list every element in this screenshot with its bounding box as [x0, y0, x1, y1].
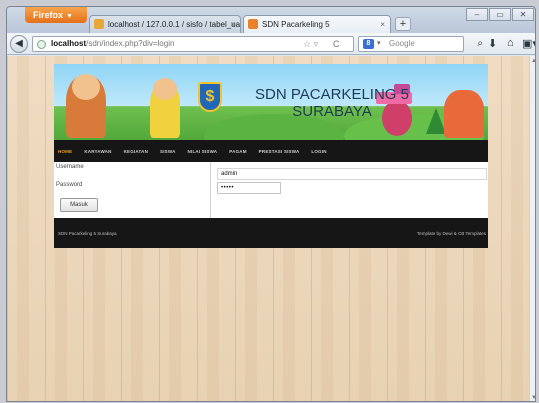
bookmark-star-icon[interactable]: ☆ ▿ [303, 37, 318, 51]
school-emblem-icon: $ [198, 82, 222, 112]
site-identity-icon[interactable] [37, 40, 46, 49]
page-scrollbar[interactable]: ▲ ▼ [529, 56, 535, 401]
login-form: Username Password Masuk admin ••••• [54, 162, 488, 218]
site-title-line1: SDN PACARKELING 5 [255, 86, 409, 103]
site-container: $ SDN PACARKELING 5 SURABAYA HOME KARYAW… [54, 64, 488, 248]
new-tab-button[interactable]: + [395, 17, 411, 31]
site-title: SDN PACARKELING 5 SURABAYA [232, 86, 432, 120]
site-banner: $ SDN PACARKELING 5 SURABAYA [54, 64, 488, 140]
login-fields-column: admin ••••• [211, 162, 488, 218]
maximize-button[interactable]: ▭ [489, 8, 511, 21]
download-icon[interactable]: ⬇ [488, 37, 497, 50]
menu-item-siswa[interactable]: SISWA [160, 149, 176, 154]
site-footer: SDN Pacarkeling 5 Surabaya Template by D… [54, 218, 488, 248]
password-label: Password [56, 182, 83, 188]
minimize-button[interactable]: – [466, 8, 488, 21]
reload-icon[interactable]: C [333, 37, 340, 51]
password-field[interactable]: ••••• [217, 182, 281, 194]
site-title-line2: SURABAYA [292, 103, 372, 120]
banner-child-illustration [150, 78, 180, 138]
search-engine-icon[interactable]: 8 [363, 39, 374, 49]
menu-item-home[interactable]: HOME [58, 149, 72, 154]
menu-item-login[interactable]: LOGIN [311, 149, 326, 154]
menu-item-pagam[interactable]: PAGAM [229, 149, 246, 154]
main-menu: HOME KARYAWAN KEGIATAN SISWA NILAI SISWA… [54, 140, 488, 162]
search-icon[interactable]: ⌕ [477, 37, 483, 51]
menu-item-karyawan[interactable]: KARYAWAN [84, 149, 111, 154]
menu-item-prestasi-siswa[interactable]: PRESTASI SISWA [259, 149, 300, 154]
navigation-bar: ◀ localhost/sdn/index.php?div=login ☆ ▿ … [7, 33, 535, 55]
chevron-down-icon[interactable]: ▾ [377, 37, 381, 51]
back-button[interactable]: ◀ [10, 35, 28, 53]
close-icon[interactable]: × [380, 16, 385, 33]
banner-child-illustration [66, 74, 106, 138]
tab-title: SDN Pacarkeling 5 [262, 20, 330, 29]
footer-credit[interactable]: Template by Dewi & CB Templates [417, 231, 486, 236]
login-submit-button[interactable]: Masuk [60, 198, 98, 212]
menu-item-kegiatan[interactable]: KEGIATAN [124, 149, 148, 154]
username-field[interactable]: admin [217, 168, 487, 180]
scroll-down-icon[interactable]: ▼ [531, 395, 535, 401]
phpmyadmin-icon [94, 19, 104, 29]
url-path: /sdn/index.php?div=login [86, 39, 175, 48]
login-labels-column: Username Password Masuk [54, 162, 211, 218]
bookmarks-menu-icon[interactable]: ▣▾ [522, 37, 535, 50]
banner-child-illustration [444, 90, 484, 138]
scroll-up-icon[interactable]: ▲ [531, 58, 535, 64]
tab-sdn-pacarkeling[interactable]: SDN Pacarkeling 5 × [243, 15, 391, 33]
address-bar[interactable]: localhost/sdn/index.php?div=login ☆ ▿ C [32, 36, 354, 52]
close-window-button[interactable]: ✕ [512, 8, 534, 21]
search-placeholder: Google [389, 39, 415, 48]
search-input[interactable]: 8 ▾ Google ⌕ [358, 36, 483, 52]
title-bar: Firefox ▼ localhost / 127.0.0.1 / sisfo /… [7, 7, 535, 33]
close-icon[interactable]: × [230, 16, 235, 33]
firefox-button-label: Firefox [33, 10, 64, 20]
username-label: Username [56, 164, 84, 170]
tab-title: localhost / 127.0.0.1 / sisfo / tabel_ua… [108, 20, 241, 29]
page-viewport: $ SDN PACARKELING 5 SURABAYA HOME KARYAW… [7, 56, 529, 401]
home-icon[interactable]: ⌂ [507, 37, 514, 49]
url-host: localhost [51, 39, 87, 48]
tab-phpmyadmin[interactable]: localhost / 127.0.0.1 / sisfo / tabel_ua… [89, 15, 241, 33]
footer-copyright: SDN Pacarkeling 5 Surabaya [58, 231, 117, 236]
menu-item-nilai-siswa[interactable]: NILAI SISWA [188, 149, 218, 154]
firefox-menu-button[interactable]: Firefox ▼ [25, 7, 87, 23]
chevron-down-icon: ▼ [66, 13, 73, 20]
site-favicon-icon [248, 19, 258, 29]
browser-window: Firefox ▼ localhost / 127.0.0.1 / sisfo /… [6, 6, 536, 402]
